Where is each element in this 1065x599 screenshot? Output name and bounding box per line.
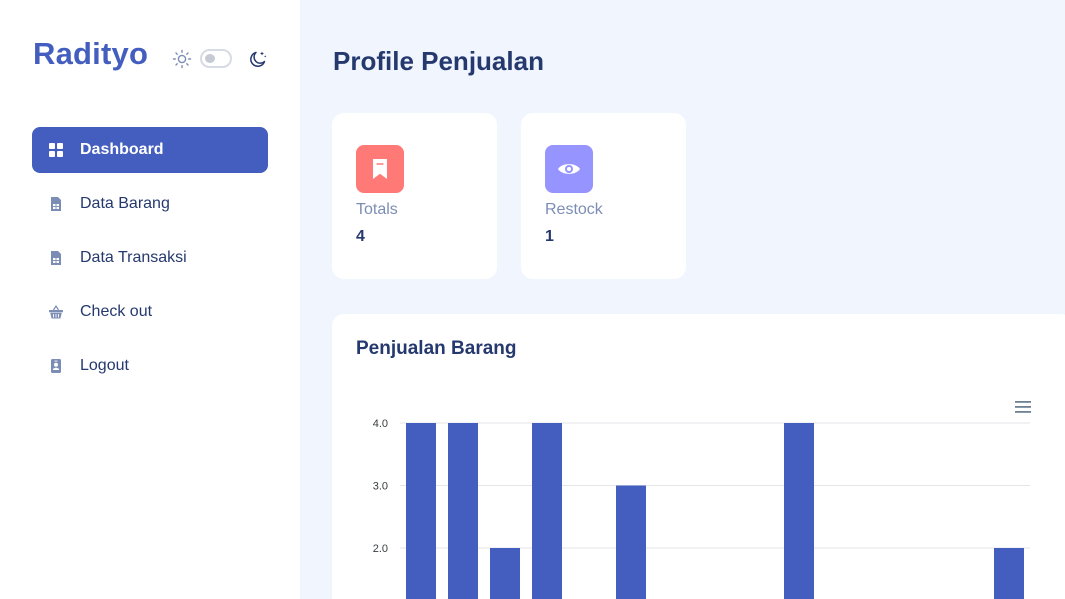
- chart-bar[interactable]: [532, 423, 562, 599]
- chart-bar[interactable]: [490, 548, 520, 599]
- brand-logo[interactable]: Radityo: [33, 36, 148, 72]
- theme-toggle: [172, 48, 268, 70]
- chart-bar[interactable]: [994, 548, 1024, 599]
- sun-icon: [172, 49, 192, 69]
- sidebar-item-check-out[interactable]: Check out: [32, 289, 268, 335]
- sidebar-item-logout[interactable]: Logout: [32, 343, 268, 389]
- sidebar-item-label: Data Barang: [80, 195, 170, 212]
- chart-card: Penjualan Barang 4.0 3.0 2.0: [332, 314, 1065, 599]
- stat-label: Totals: [356, 201, 398, 218]
- stat-icon-box: [356, 145, 404, 193]
- stat-card-restock: Restock 1: [521, 113, 686, 279]
- stat-label: Restock: [545, 201, 603, 218]
- bookmark-icon: [373, 159, 387, 179]
- sidebar: Radityo Dashboard Data Barang Data Trans…: [0, 0, 300, 599]
- stat-value: 1: [545, 228, 554, 245]
- sidebar-item-label: Logout: [80, 357, 129, 374]
- sidebar-item-label: Check out: [80, 303, 153, 320]
- file-spreadsheet-icon: [51, 251, 61, 265]
- chart-bar[interactable]: [448, 423, 478, 599]
- stat-value: 4: [356, 228, 365, 245]
- file-spreadsheet-icon: [51, 197, 61, 211]
- sidebar-item-label: Data Transaksi: [80, 249, 187, 266]
- bar-chart: 4.0 3.0 2.0: [373, 418, 1030, 599]
- switch-knob: [205, 54, 215, 63]
- basket-icon: [49, 304, 63, 319]
- sidebar-menu: Dashboard Data Barang Data Transaksi Che…: [32, 127, 268, 397]
- stat-card-totals: Totals 4: [332, 113, 497, 279]
- chart-bar[interactable]: [406, 423, 436, 599]
- chart-bar[interactable]: [616, 485, 646, 599]
- moon-icon: [250, 51, 267, 67]
- sidebar-item-data-barang[interactable]: Data Barang: [32, 181, 268, 227]
- sidebar-item-label: Dashboard: [80, 141, 164, 158]
- y-tick-label: 3.0: [373, 481, 388, 493]
- y-tick-label: 4.0: [373, 418, 388, 430]
- grid-icon: [49, 143, 63, 157]
- page-title: Profile Penjualan: [333, 46, 544, 76]
- y-tick-label: 2.0: [373, 543, 388, 555]
- eye-icon: [558, 164, 580, 174]
- sidebar-item-data-transaksi[interactable]: Data Transaksi: [32, 235, 268, 281]
- main-content: Profile Penjualan Totals 4 Restock 1 Pen…: [300, 0, 1065, 599]
- sidebar-item-dashboard[interactable]: Dashboard: [32, 127, 268, 173]
- stat-icon-box: [545, 145, 593, 193]
- dark-mode-switch[interactable]: [200, 49, 232, 68]
- person-badge-icon: [51, 359, 61, 373]
- chart-bar[interactable]: [784, 423, 814, 599]
